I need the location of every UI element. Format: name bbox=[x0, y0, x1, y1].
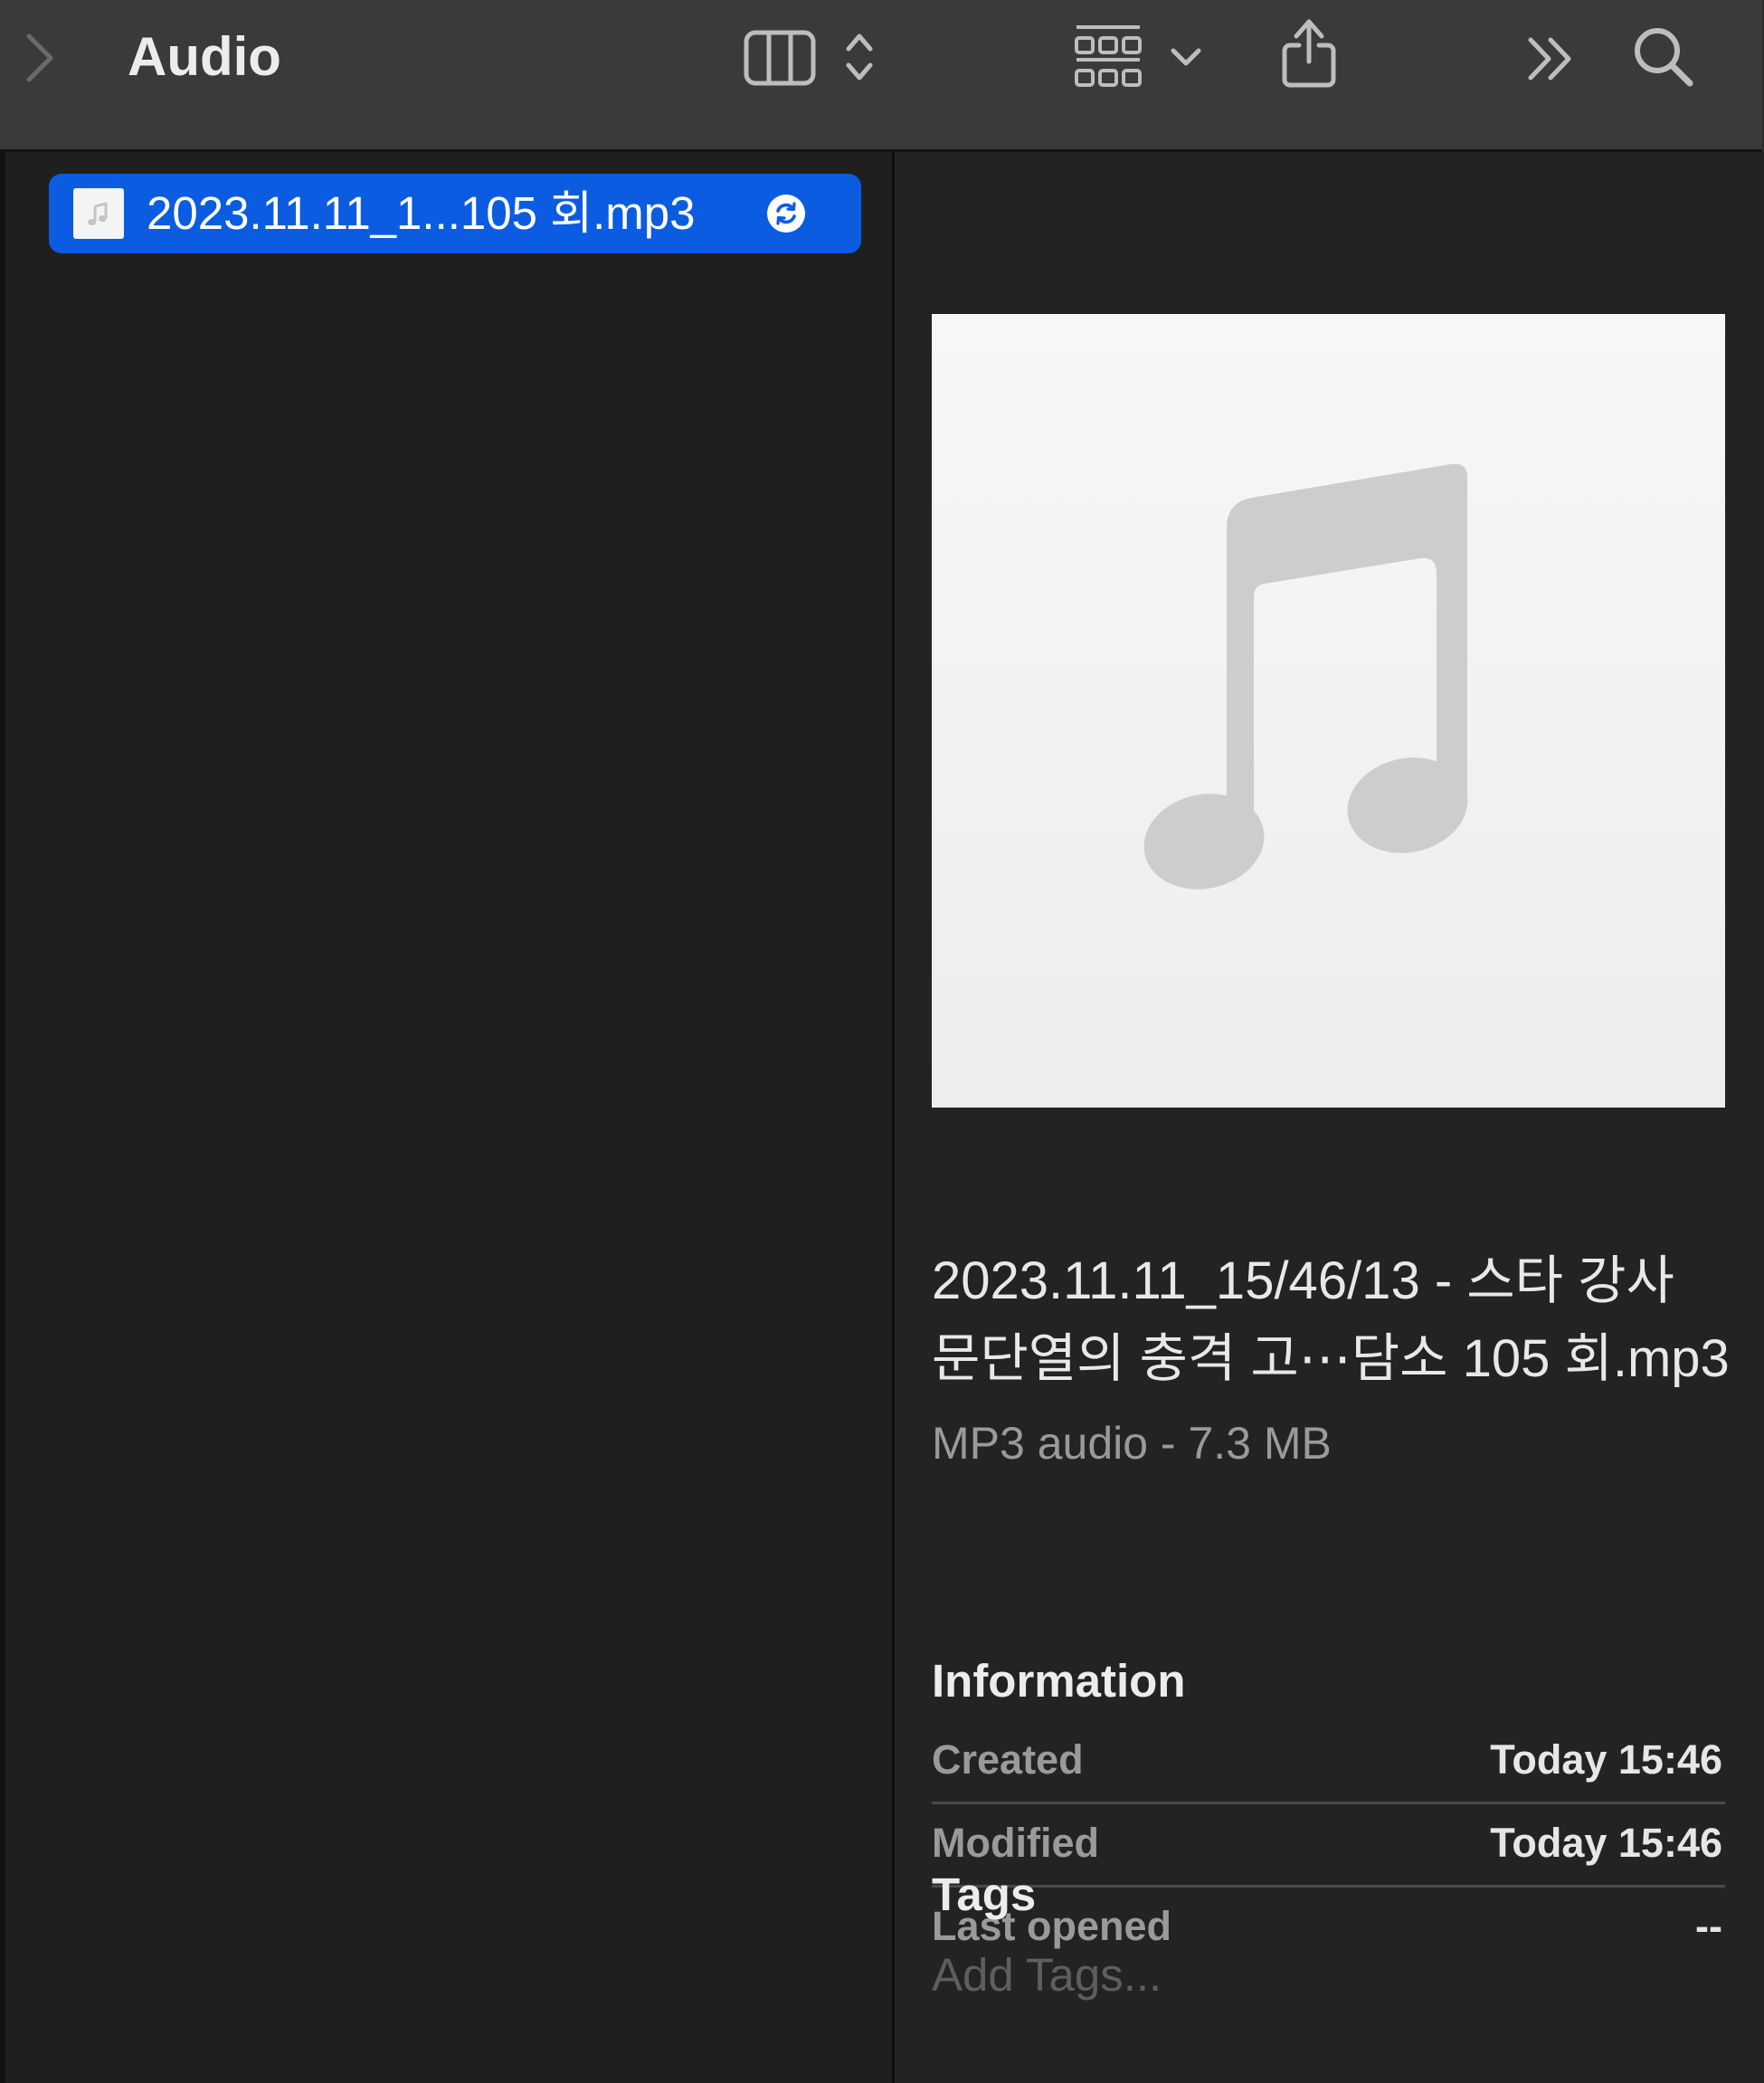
window-title: Audio bbox=[128, 26, 281, 87]
information-heading: Information bbox=[932, 1655, 1186, 1707]
columns-view-icon[interactable] bbox=[744, 30, 816, 86]
sync-icon bbox=[766, 194, 806, 233]
file-column[interactable]: 2023.11.11_1...105 회.mp3 bbox=[5, 152, 892, 2083]
info-row-modified: Modified Today 15:46 bbox=[932, 1804, 1725, 1888]
file-row-selected[interactable]: 2023.11.11_1...105 회.mp3 bbox=[49, 174, 861, 253]
grid-group-icon[interactable] bbox=[1073, 22, 1143, 90]
chevron-down-icon[interactable] bbox=[1169, 45, 1203, 69]
preview-file-title: 2023.11.11_15/46/13 - 스타 강사 문단열의 충격 고⋯담소… bbox=[932, 1251, 1730, 1388]
audio-file-icon bbox=[73, 188, 124, 239]
preview-pane: 2023.11.11_15/46/13 - 스타 강사 문단열의 충격 고⋯담소… bbox=[895, 152, 1764, 2083]
finder-window: Audio 2023.11.11_1...105 회.mp3 2023.11.1… bbox=[0, 0, 1764, 2083]
share-icon[interactable] bbox=[1279, 16, 1339, 90]
chevron-right-icon[interactable] bbox=[22, 31, 58, 85]
add-tags-field[interactable]: Add Tags... bbox=[932, 1945, 1162, 2005]
info-label: Modified bbox=[932, 1820, 1099, 1866]
tags-heading: Tags bbox=[932, 1869, 1037, 1920]
file-name: 2023.11.11_1...105 회.mp3 bbox=[147, 187, 696, 239]
info-row-created: Created Today 15:46 bbox=[932, 1721, 1725, 1804]
preview-artwork bbox=[932, 314, 1725, 1108]
preview-file-kind: MP3 audio - 7.3 MB bbox=[932, 1418, 1332, 1469]
search-icon[interactable] bbox=[1632, 25, 1695, 89]
double-chevron-right-icon[interactable] bbox=[1525, 34, 1578, 83]
info-label: Created bbox=[932, 1736, 1084, 1783]
up-down-chevron-icon[interactable] bbox=[843, 27, 876, 87]
info-value: -- bbox=[1695, 1903, 1722, 1949]
info-value: Today 15:46 bbox=[1490, 1736, 1722, 1783]
toolbar: Audio bbox=[0, 0, 1764, 152]
music-note-icon bbox=[1143, 463, 1468, 889]
info-value: Today 15:46 bbox=[1490, 1820, 1722, 1866]
